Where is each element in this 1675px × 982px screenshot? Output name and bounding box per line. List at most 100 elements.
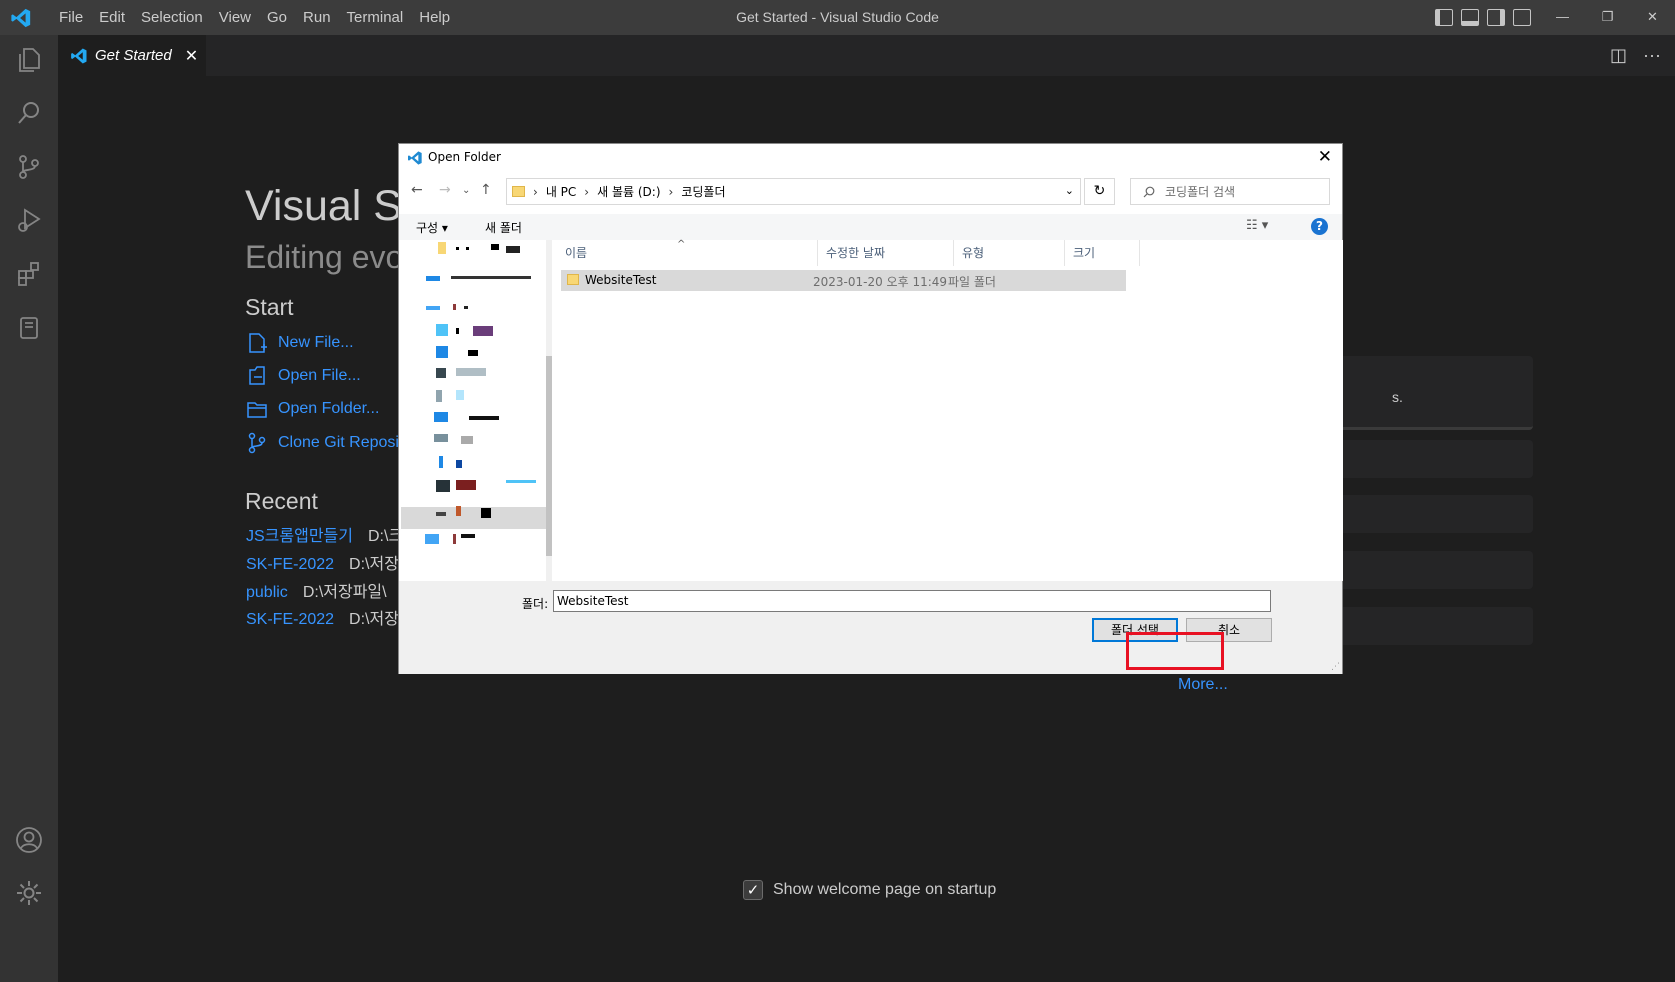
folder-search-input[interactable]: 코딩폴더 검색 — [1130, 178, 1330, 205]
explorer-icon[interactable] — [9, 40, 49, 80]
selected-nav-item[interactable] — [401, 507, 546, 529]
walkthrough-card[interactable]: s. — [1338, 356, 1533, 430]
tab-close-icon[interactable]: ✕ — [185, 46, 198, 66]
vscode-tab-icon — [71, 48, 87, 63]
toggle-primary-sidebar-icon[interactable] — [1435, 9, 1453, 26]
source-control-icon[interactable] — [9, 147, 49, 187]
walkthrough-card[interactable] — [1338, 607, 1533, 645]
folder-label: 폴더: — [522, 597, 549, 611]
organize-button[interactable]: 구성 ▾ — [416, 219, 448, 236]
walkthrough-text: s. — [1392, 389, 1403, 405]
manage-gear-icon[interactable] — [9, 873, 49, 913]
menu-edit[interactable]: Edit — [91, 0, 133, 35]
more-actions-icon[interactable]: ··· — [1643, 45, 1661, 66]
recent-item[interactable]: JS크롬앱만들기 D:\크 — [246, 522, 403, 546]
close-window-icon[interactable]: ✕ — [1630, 0, 1675, 33]
address-bar[interactable]: › 내 PC › 새 볼륨 (D:) › 코딩폴더 ⌄ — [506, 178, 1081, 205]
menu-go[interactable]: Go — [259, 0, 295, 35]
breadcrumb-folder[interactable]: 코딩폴더 — [681, 183, 725, 200]
menu-view[interactable]: View — [211, 0, 259, 35]
open-file-label: Open File... — [278, 367, 361, 384]
menu-selection[interactable]: Selection — [133, 0, 211, 35]
column-name-header[interactable]: 이름 ^ — [557, 239, 818, 266]
walkthrough-card[interactable] — [1338, 551, 1533, 589]
forward-arrow-icon[interactable]: → — [439, 182, 451, 198]
startup-checkbox[interactable]: ✓ — [743, 880, 763, 900]
recent-name[interactable]: SK-FE-2022 — [246, 556, 334, 573]
extensions-icon[interactable] — [9, 254, 49, 294]
toggle-secondary-sidebar-icon[interactable] — [1487, 9, 1505, 26]
recent-item[interactable]: SK-FE-2022 D:\저장 — [246, 605, 399, 629]
folder-icon — [512, 186, 525, 197]
open-file-link[interactable]: Open File... — [246, 365, 361, 387]
search-icon — [1143, 186, 1155, 197]
recent-name[interactable]: public — [246, 584, 288, 601]
search-icon[interactable] — [9, 93, 49, 133]
file-row[interactable]: WebsiteTest 2023-01-20 오후 11:49 파일 폴더 — [561, 270, 1126, 291]
start-heading: Start — [245, 294, 294, 320]
navigation-pane[interactable] — [401, 240, 546, 581]
column-type-header[interactable]: 유형 — [954, 240, 1065, 266]
tab-get-started[interactable]: Get Started ✕ — [58, 35, 206, 76]
walkthrough-card[interactable] — [1338, 440, 1533, 478]
folder-icon — [567, 274, 579, 285]
nav-scroll-thumb[interactable] — [546, 356, 552, 556]
file-name: WebsiteTest — [585, 273, 657, 287]
more-link[interactable]: More... — [1178, 676, 1228, 694]
dialog-toolbar: 구성 ▾ 새 폴더 ☷ ▾ ? — [399, 214, 1342, 240]
up-arrow-icon[interactable]: ↑ — [480, 182, 492, 198]
column-size-header[interactable]: 크기 — [1065, 240, 1140, 266]
minimize-icon[interactable]: — — [1540, 0, 1585, 33]
open-folder-dialog: Open Folder ✕ ← → ⌄ ↑ › 내 PC › 새 볼륨 (D:)… — [398, 143, 1343, 674]
recent-item[interactable]: public D:\저장파일\ — [246, 578, 387, 602]
menu-help[interactable]: Help — [411, 0, 458, 35]
column-date-header[interactable]: 수정한 날짜 — [818, 240, 954, 266]
recent-name[interactable]: SK-FE-2022 — [246, 611, 334, 628]
back-arrow-icon[interactable]: ← — [411, 182, 423, 198]
run-debug-icon[interactable] — [9, 200, 49, 240]
recent-path: D:\저장파일\ — [302, 584, 387, 601]
menu-file[interactable]: File — [51, 0, 91, 35]
vscode-dialog-icon — [408, 151, 422, 165]
address-dropdown-icon[interactable]: ⌄ — [1065, 184, 1074, 197]
toggle-panel-icon[interactable] — [1461, 9, 1479, 26]
clone-git-link[interactable]: Clone Git Reposit — [246, 432, 403, 454]
folder-icon — [247, 402, 267, 418]
menu-run[interactable]: Run — [295, 0, 339, 35]
title-bar: File Edit Selection View Go Run Terminal… — [0, 0, 1675, 35]
breadcrumb-drive[interactable]: 새 볼륨 (D:) — [597, 183, 660, 200]
recent-name[interactable]: JS크롬앱만들기 — [246, 528, 353, 545]
split-editor-icon[interactable]: ◫ — [1610, 45, 1627, 66]
recent-heading: Recent — [245, 488, 318, 514]
customize-layout-icon[interactable] — [1513, 9, 1531, 26]
recent-path: D:\저장 — [349, 556, 399, 573]
open-folder-link[interactable]: Open Folder... — [246, 398, 379, 420]
account-icon[interactable] — [9, 820, 49, 860]
dialog-close-icon[interactable]: ✕ — [1318, 147, 1332, 167]
new-file-label: New File... — [278, 334, 354, 351]
folder-name-input[interactable]: WebsiteTest — [553, 590, 1271, 612]
editor-actions: ◫ ··· — [1610, 45, 1661, 66]
recent-item[interactable]: SK-FE-2022 D:\저장 — [246, 550, 399, 574]
show-on-startup[interactable]: ✓ Show welcome page on startup — [743, 880, 996, 900]
new-file-link[interactable]: New File... — [246, 332, 354, 354]
recent-locations-icon[interactable]: ⌄ — [462, 185, 470, 196]
sort-ascending-icon: ^ — [677, 239, 686, 250]
resize-grip-icon[interactable]: ⋰ — [1331, 662, 1340, 672]
search-placeholder: 코딩폴더 검색 — [1165, 185, 1236, 199]
open-file-icon — [249, 366, 265, 385]
help-icon[interactable]: ? — [1311, 218, 1328, 235]
new-file-icon — [249, 333, 267, 353]
new-folder-button[interactable]: 새 폴더 — [485, 219, 522, 236]
nav-scrollbar[interactable] — [546, 240, 552, 581]
notebook-icon[interactable] — [9, 308, 49, 348]
refresh-icon[interactable]: ↻ — [1084, 178, 1115, 205]
walkthrough-card[interactable] — [1338, 495, 1533, 533]
file-list[interactable]: 이름 ^ 수정한 날짜 유형 크기 WebsiteTest 2023-01-20 … — [557, 239, 1343, 581]
change-view-icon[interactable]: ☷ ▾ — [1246, 218, 1268, 233]
recent-path: D:\저장 — [349, 611, 399, 628]
restore-icon[interactable]: ❐ — [1585, 0, 1630, 33]
highlight-box — [1126, 632, 1224, 670]
menu-terminal[interactable]: Terminal — [339, 0, 412, 35]
breadcrumb-pc[interactable]: 내 PC — [546, 183, 576, 200]
